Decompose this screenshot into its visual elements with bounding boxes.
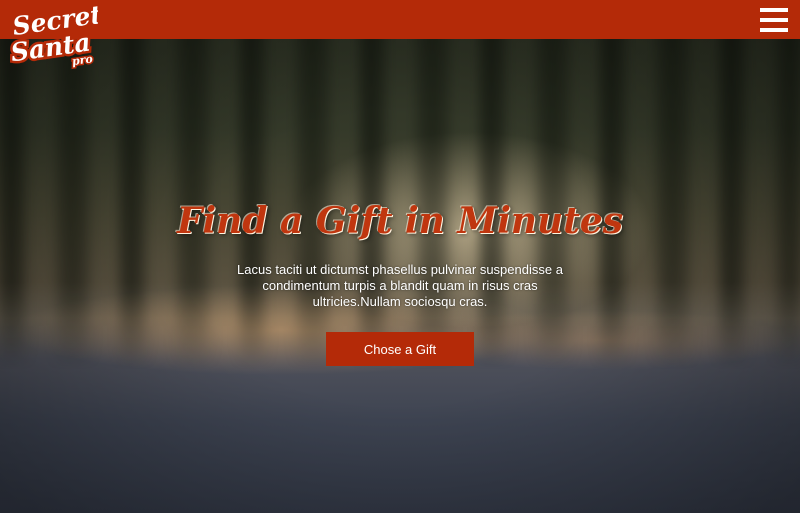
menu-bar-bottom bbox=[760, 28, 788, 32]
hero-section: Find a Gift in Minutes Lacus taciti ut d… bbox=[0, 200, 800, 366]
hero-title: Find a Gift in Minutes bbox=[176, 200, 624, 242]
chose-gift-button[interactable]: Chose a Gift bbox=[326, 332, 474, 366]
logo-text-pro: pro bbox=[71, 52, 93, 68]
hamburger-menu-icon[interactable] bbox=[760, 8, 788, 32]
secret-santa-logo[interactable]: Secret Santa pro bbox=[6, 0, 106, 70]
hero-description: Lacus taciti ut dictumst phasellus pulvi… bbox=[237, 262, 563, 309]
menu-bar-middle bbox=[760, 18, 788, 22]
menu-bar-top bbox=[760, 8, 788, 12]
logo-graphic: Secret Santa pro bbox=[6, 0, 106, 70]
landing-page: Secret Santa pro Find a Gift in Minutes … bbox=[0, 0, 800, 513]
top-navigation-bar bbox=[0, 0, 800, 39]
